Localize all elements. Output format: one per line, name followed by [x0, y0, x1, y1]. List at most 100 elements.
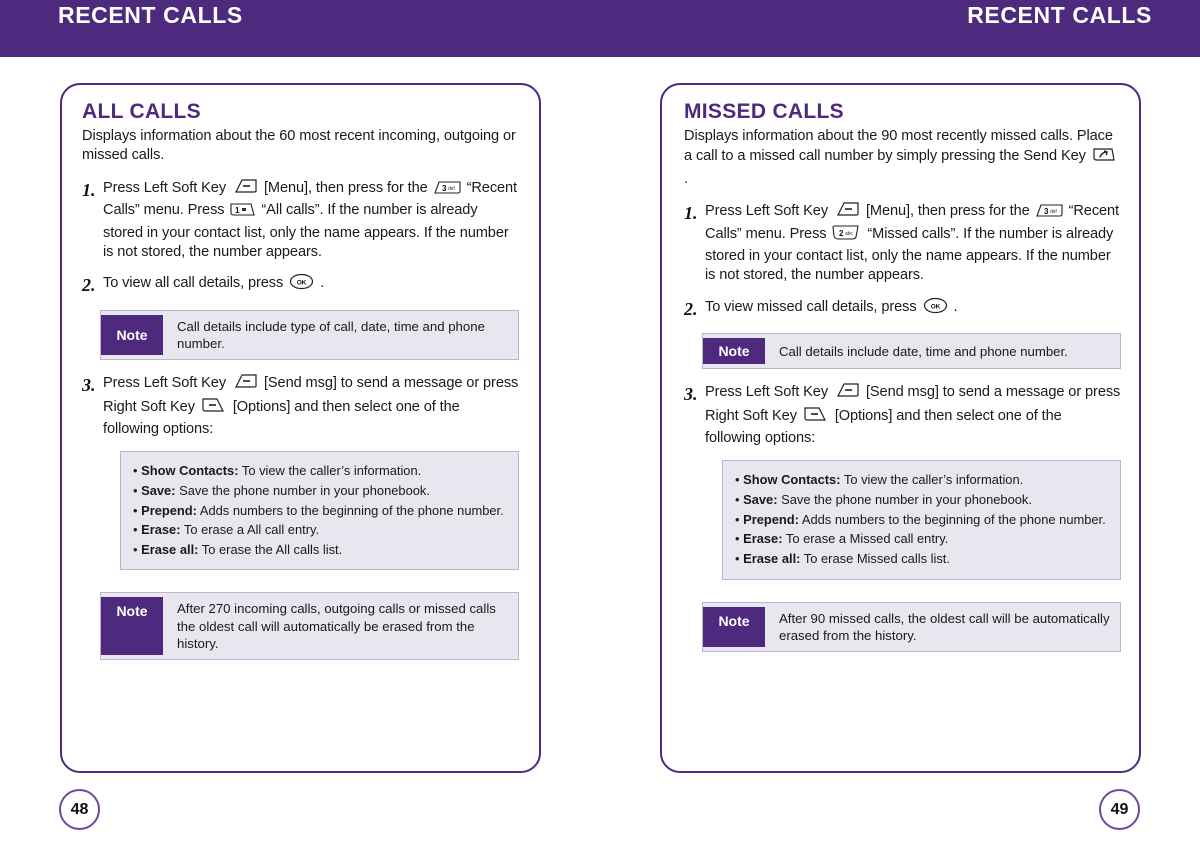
left-soft-key-icon: [232, 178, 258, 201]
all-calls-intro: Displays information about the 60 most r…: [82, 128, 516, 164]
step-text-part: To view all call details, press: [103, 275, 284, 292]
step-text: Press Left Soft Key [Send msg] to send a…: [103, 373, 519, 439]
option-label: Show Contacts:: [743, 472, 841, 488]
option-bullet: •: [735, 511, 740, 527]
svg-text:OK: OK: [930, 303, 940, 310]
step-number: 2.: [82, 275, 96, 296]
option-desc: Save the phone number in your phonebook.: [179, 482, 430, 498]
missed-calls-card: MISSED CALLS Displays information about …: [660, 83, 1141, 773]
key-3-def-icon: 3 def: [1035, 203, 1063, 224]
note-box-history-limit: Note After 90 missed calls, the oldest c…: [702, 601, 1121, 652]
step-number: 2.: [684, 298, 698, 319]
intro-text-part: Displays information about the 90 most r…: [684, 128, 1113, 165]
step-text: To view all call details, press OK .: [103, 273, 519, 296]
step-item: 2. To view missed call details, press OK…: [684, 297, 1121, 320]
note-text: After 270 incoming calls, outgoing calls…: [177, 601, 496, 651]
option-label: Prepend:: [141, 502, 197, 518]
option-label: Erase all:: [743, 550, 801, 566]
svg-text:def: def: [448, 186, 455, 192]
step-text-part: Press Left Soft Key: [103, 179, 227, 196]
option-bullet: •: [133, 482, 138, 498]
step-item: 3. Press Left Soft Key [Send msg] to sen…: [684, 382, 1121, 448]
svg-text:1: 1: [235, 206, 240, 215]
left-soft-key-icon: [232, 373, 258, 396]
option-bullet: •: [735, 531, 740, 547]
note-tag: Note: [101, 314, 163, 356]
step-text: To view missed call details, press OK .: [705, 297, 1121, 320]
svg-text:3: 3: [1044, 207, 1049, 216]
option-label: Save:: [141, 482, 176, 498]
missed-calls-intro: Displays information about the 90 most r…: [684, 127, 1121, 189]
option-item: • Erase: To erase a Missed call entry.: [735, 529, 1108, 549]
header-title-left: RECENT CALLS: [58, 2, 243, 28]
option-desc: To view the caller’s information.: [843, 472, 1024, 488]
svg-text:OK: OK: [297, 280, 307, 287]
step-item: 1. Press Left Soft Key [Menu], then pres…: [82, 178, 519, 263]
note-text: After 90 missed calls, the oldest call w…: [779, 610, 1110, 643]
svg-text:3: 3: [442, 184, 447, 193]
option-bullet: •: [735, 472, 740, 488]
option-label: Erase:: [141, 522, 181, 538]
step-item: 1. Press Left Soft Key [Menu], then pres…: [684, 201, 1121, 286]
option-desc: To erase the All calls list.: [201, 541, 343, 557]
option-item: • Erase all: To erase Missed calls list.: [735, 549, 1108, 569]
right-soft-key-icon: [803, 406, 829, 429]
send-key-icon: [1092, 146, 1116, 169]
step-text-part: Press Left Soft Key: [705, 203, 829, 220]
note-box-call-details: Note Call details include type of call, …: [100, 309, 519, 361]
page-number-right: 49: [1099, 789, 1140, 830]
all-calls-title: ALL CALLS: [82, 100, 201, 123]
option-item: • Save: Save the phone number in your ph…: [735, 490, 1108, 510]
note-tag: Note: [101, 597, 163, 655]
intro-text-part: .: [684, 170, 688, 187]
option-desc: Adds numbers to the beginning of the pho…: [801, 511, 1106, 527]
step-number: 3.: [684, 384, 698, 405]
option-label: Erase:: [743, 531, 783, 547]
left-soft-key-icon: [834, 201, 860, 224]
option-item: • Show Contacts: To view the caller’s in…: [133, 461, 506, 481]
key-1-icon: 1: [230, 202, 256, 223]
note-box-history-limit: Note After 270 incoming calls, outgoing …: [100, 592, 519, 660]
step-number: 1.: [82, 179, 96, 200]
key-2-abc-icon: 2 abc: [832, 225, 861, 247]
missed-calls-title: MISSED CALLS: [684, 100, 844, 123]
option-desc: To view the caller’s information.: [241, 463, 422, 479]
option-label: Show Contacts:: [141, 463, 239, 479]
step-text-part: .: [953, 298, 958, 315]
step-text-part: To view missed call details, press: [705, 298, 917, 315]
note-box-call-details: Note Call details include date, time and…: [702, 333, 1121, 370]
missed-calls-steps: 1. Press Left Soft Key [Menu], then pres…: [684, 201, 1121, 652]
option-desc: To erase a Missed call entry.: [785, 531, 949, 547]
option-item: • Erase: To erase a All call entry.: [133, 520, 506, 540]
note-tag: Note: [703, 606, 765, 647]
svg-text:def: def: [1050, 209, 1057, 215]
svg-text:abc: abc: [845, 231, 853, 237]
option-bullet: •: [735, 550, 740, 566]
step-number: 1.: [684, 203, 698, 224]
note-tag: Note: [703, 338, 765, 365]
option-desc: Adds numbers to the beginning of the pho…: [199, 502, 504, 518]
step-item: 3. Press Left Soft Key [Send msg] to sen…: [82, 373, 519, 439]
option-bullet: •: [735, 492, 740, 508]
all-calls-card: ALL CALLS Displays information about the…: [60, 83, 541, 773]
left-soft-key-icon: [834, 382, 860, 405]
option-label: Prepend:: [743, 511, 799, 527]
option-label: Save:: [743, 492, 778, 508]
step-text: Press Left Soft Key [Menu], then press f…: [705, 201, 1121, 286]
ok-key-icon: OK: [923, 297, 948, 320]
step-text-part: Press Left Soft Key: [705, 384, 829, 401]
option-item: • Erase all: To erase the All calls list…: [133, 540, 506, 560]
step-text-part: Press Left Soft Key: [103, 375, 227, 392]
options-list-all-calls: • Show Contacts: To view the caller’s in…: [120, 451, 519, 571]
option-item: • Prepend: Adds numbers to the beginning…: [735, 510, 1108, 530]
step-text: Press Left Soft Key [Menu], then press f…: [103, 178, 519, 263]
step-item: 2. To view all call details, press OK .: [82, 273, 519, 296]
option-bullet: •: [133, 522, 138, 538]
option-desc: Save the phone number in your phonebook.: [781, 492, 1032, 508]
ok-key-icon: OK: [289, 273, 314, 296]
options-list-missed-calls: • Show Contacts: To view the caller’s in…: [722, 460, 1121, 580]
option-label: Erase all:: [141, 541, 199, 557]
page-number-left: 48: [59, 789, 100, 830]
manual-spread: RECENT CALLS RECENT CALLS ALL CALLS Disp…: [0, 0, 1200, 849]
step-number: 3.: [82, 375, 96, 396]
